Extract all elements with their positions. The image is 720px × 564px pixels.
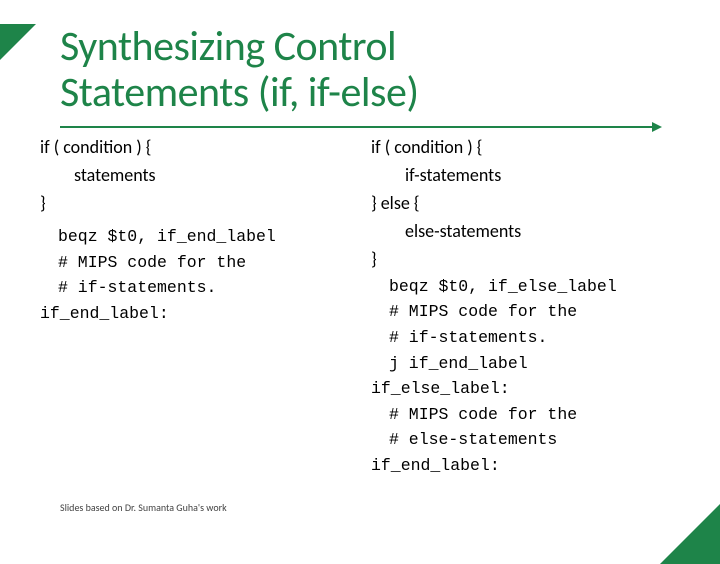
ifelse-syntax-else-body: else-statements xyxy=(371,218,686,246)
code-line: # else-statements xyxy=(371,427,686,453)
if-syntax-close: } xyxy=(40,190,355,218)
mips-right: beqz $t0, if_else_label # MIPS code for … xyxy=(371,274,686,479)
if-syntax-open: if ( condition ) { xyxy=(40,134,355,162)
title-line-1: Synthesizing Control xyxy=(60,21,396,72)
content-columns: if ( condition ) { statements } beqz $t0… xyxy=(40,134,686,478)
slide-title: Synthesizing Control Statements (if, if-… xyxy=(60,24,720,116)
ifelse-syntax-if-body: if-statements xyxy=(371,162,686,190)
corner-triangle-top-left xyxy=(0,24,36,60)
ifelse-syntax-close: } xyxy=(371,246,686,274)
title-underline xyxy=(60,126,660,128)
code-line: # if-statements. xyxy=(371,325,686,351)
title-line-2: Statements (if, if-else) xyxy=(60,67,419,118)
if-syntax-body: statements xyxy=(40,162,355,190)
mips-left: beqz $t0, if_end_label # MIPS code for t… xyxy=(40,224,355,301)
code-label: if_end_label: xyxy=(40,301,355,327)
code-line: # MIPS code for the xyxy=(58,250,355,276)
right-column: if ( condition ) { if-statements } else … xyxy=(371,134,686,478)
code-line: j if_end_label xyxy=(371,351,686,377)
left-column: if ( condition ) { statements } beqz $t0… xyxy=(40,134,355,478)
ifelse-syntax-open: if ( condition ) { xyxy=(371,134,686,162)
code-line: # MIPS code for the xyxy=(371,299,686,325)
ifelse-syntax-else: } else { xyxy=(371,190,686,218)
code-label: if_end_label: xyxy=(371,453,686,479)
corner-triangle-bottom-right xyxy=(660,504,720,564)
code-line: # if-statements. xyxy=(58,275,355,301)
code-line: beqz $t0, if_end_label xyxy=(58,224,355,250)
code-line: beqz $t0, if_else_label xyxy=(371,274,686,300)
code-label: if_else_label: xyxy=(371,376,686,402)
slide-credit: Slides based on Dr. Sumanta Guha's work xyxy=(60,501,227,514)
code-line: # MIPS code for the xyxy=(371,402,686,428)
